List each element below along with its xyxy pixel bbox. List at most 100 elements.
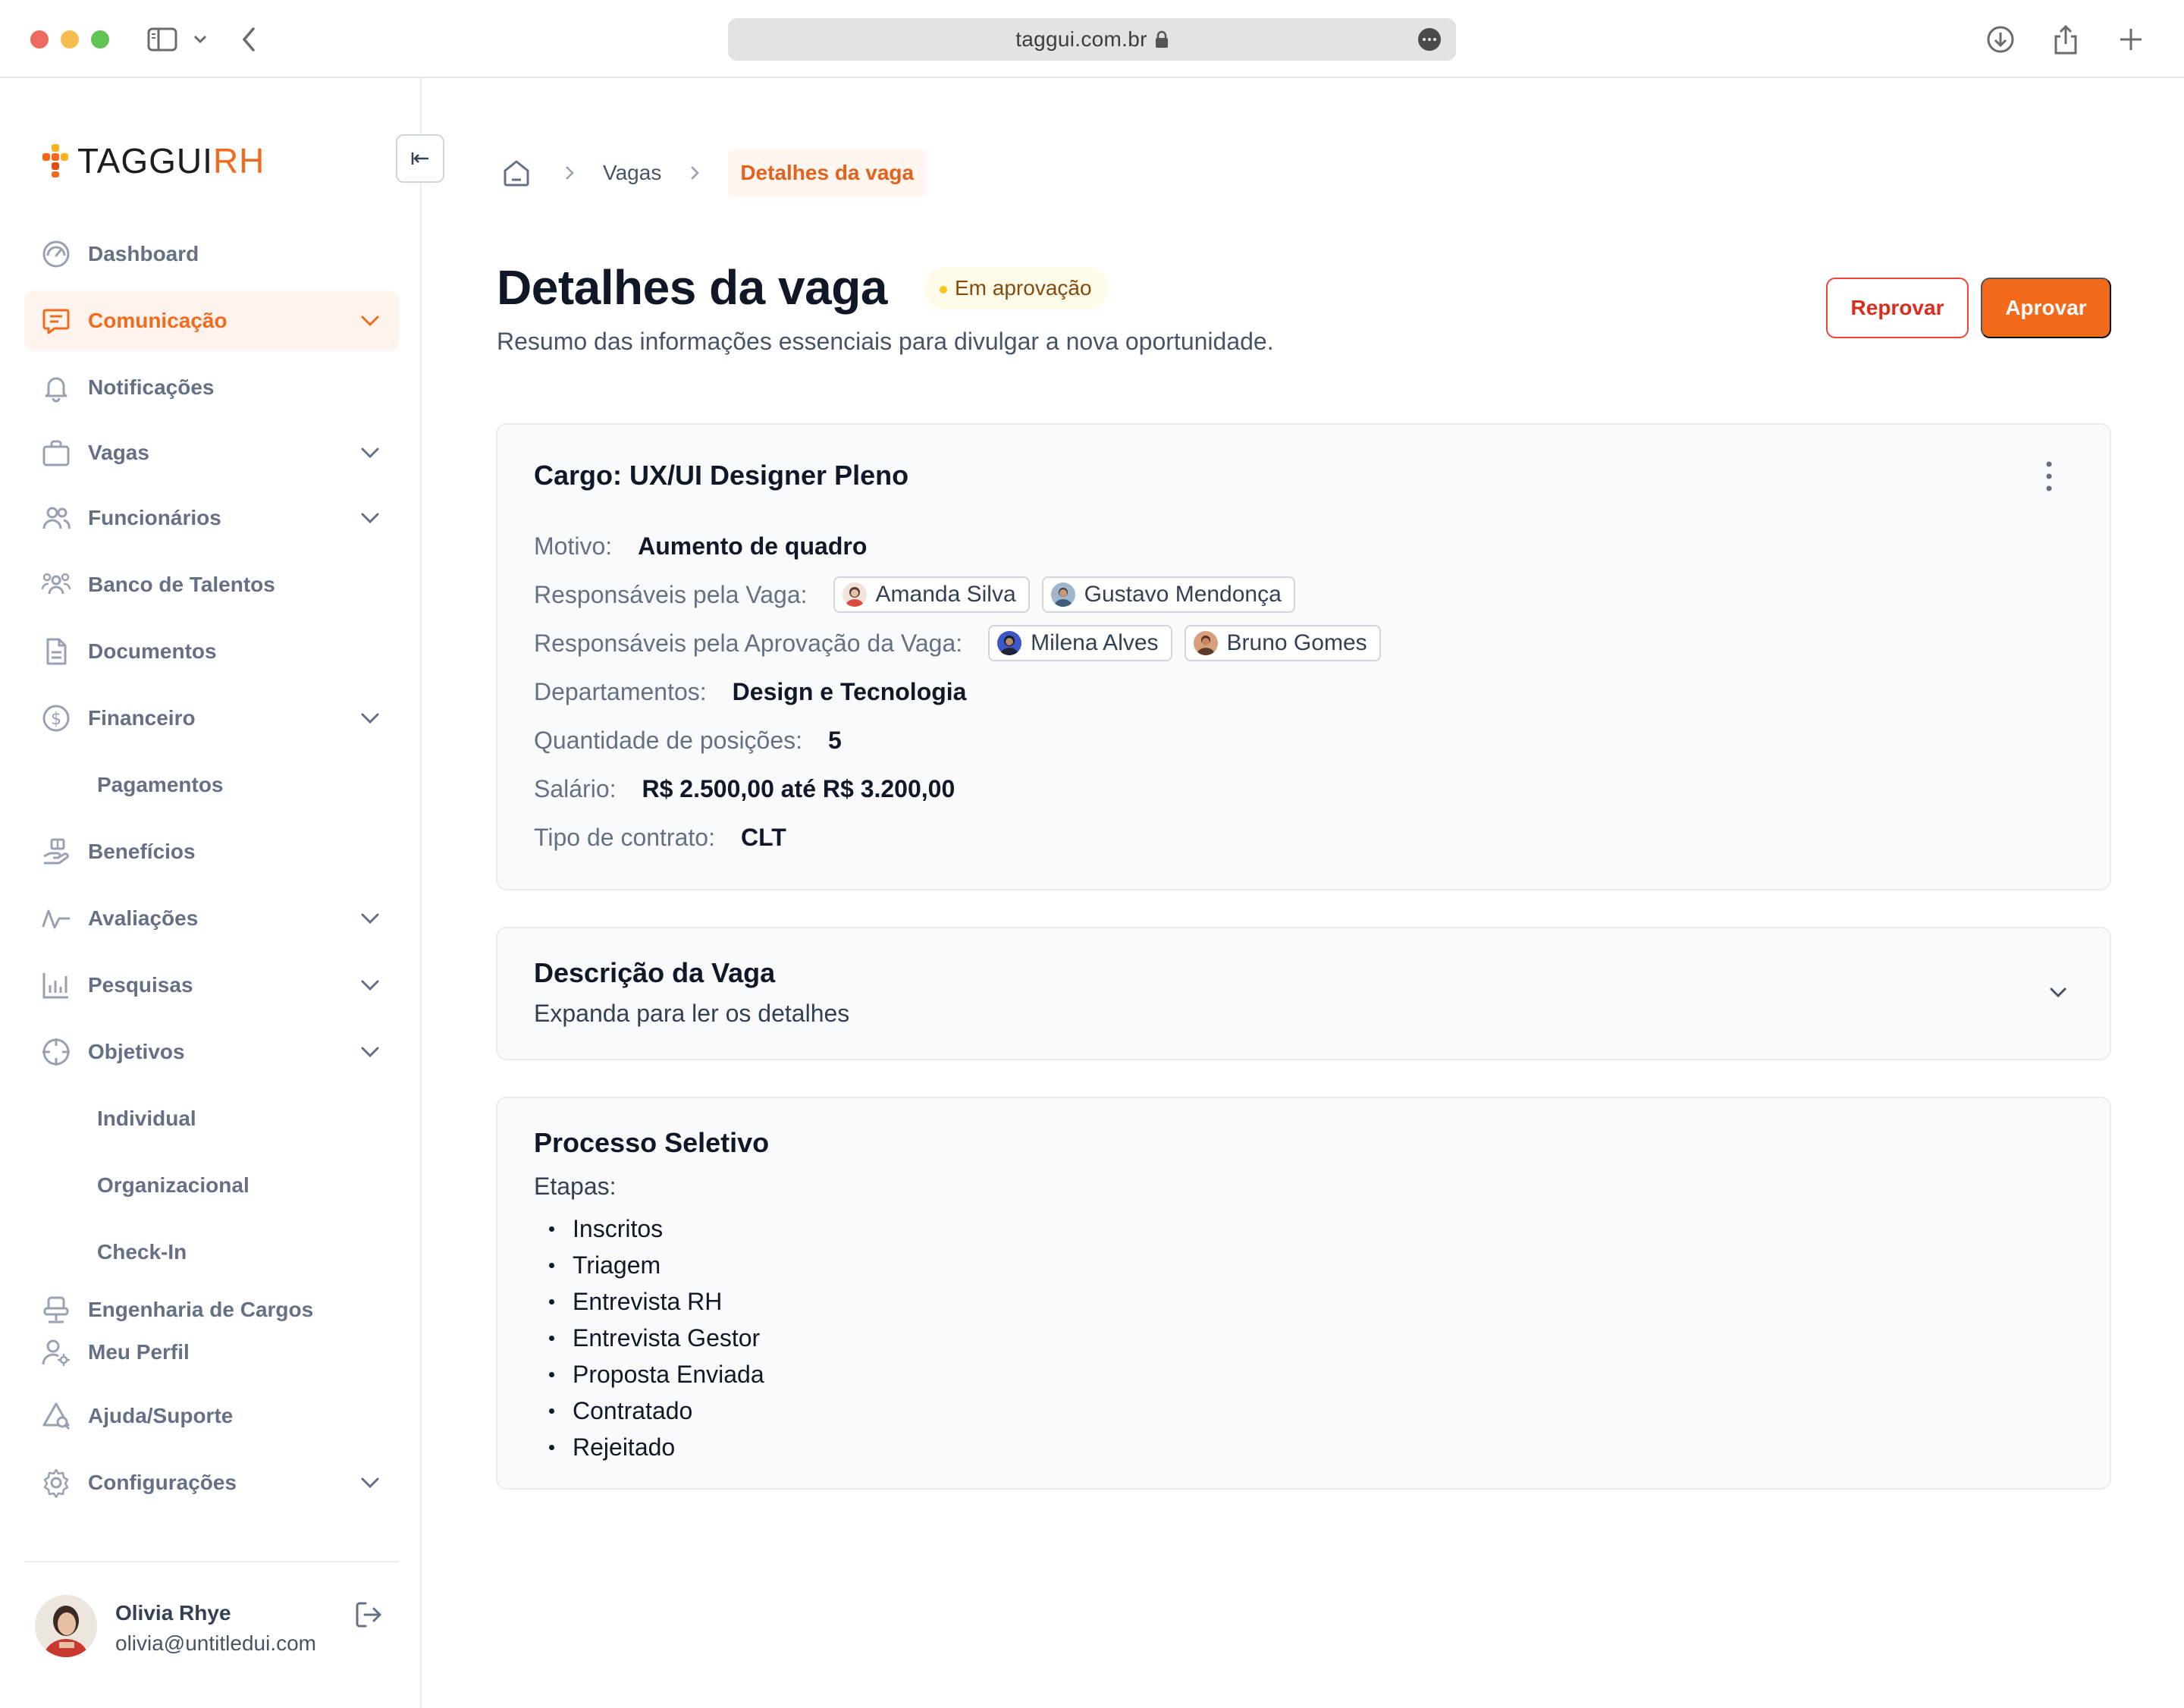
target-icon (41, 1037, 71, 1067)
sidebar-item-avaliacoes[interactable]: Avaliações (24, 888, 399, 949)
logo-text: TAGGUIRH (77, 140, 265, 181)
sidebar-item-label: Benefícios (88, 840, 196, 863)
reject-button[interactable]: Reprovar (1826, 278, 1969, 338)
user-email: olivia@untitledui.com (115, 1631, 316, 1655)
person-chip[interactable]: Milena Alves (988, 625, 1172, 661)
chevron-down-icon (359, 976, 381, 994)
chevron-down-icon (359, 909, 381, 928)
sidebar-item-vagas[interactable]: Vagas (24, 422, 399, 483)
logo-text-primary: TAGGUI (77, 141, 213, 181)
sidebar-item-check-in[interactable]: Check-In (24, 1222, 399, 1283)
person-name: Milena Alves (1031, 630, 1159, 655)
sidebar-item-financeiro[interactable]: $ Financeiro (24, 688, 399, 749)
sidebar-item-notificacoes[interactable]: Notificações (24, 357, 399, 418)
description-hint: Expanda para ler os detalhes (534, 1000, 850, 1027)
chair-icon (41, 1295, 71, 1325)
list-item: Contratado (534, 1392, 764, 1429)
sidebar-item-label: Funcionários (88, 506, 221, 529)
avatar (997, 631, 1022, 655)
briefcase-icon (41, 438, 71, 468)
more-vertical-icon[interactable] (2034, 458, 2064, 495)
sidebar-item-meu-perfil[interactable]: Meu Perfil (24, 1331, 399, 1374)
job-title: Cargo: UX/UI Designer Pleno (534, 460, 909, 491)
sidebar-item-engenharia-de-cargos[interactable]: Engenharia de Cargos (24, 1289, 399, 1331)
person-name: Gustavo Mendonça (1084, 582, 1282, 607)
quantidade-label: Quantidade de posições: (534, 726, 803, 754)
sidebar-item-label: Dashboard (88, 242, 199, 265)
bar-chart-icon (41, 970, 71, 1000)
sidebar-item-configuracoes[interactable]: Configurações (24, 1452, 399, 1513)
sidebar-item-ajuda-suporte[interactable]: Ajuda/Suporte (24, 1386, 399, 1446)
chevron-down-icon (359, 1474, 381, 1492)
selection-process-card: Processo Seletivo Etapas: Inscritos Tria… (496, 1097, 2111, 1490)
avatar (842, 582, 867, 607)
chevron-down-icon[interactable] (188, 23, 212, 56)
sidebar-item-comunicacao[interactable]: Comunicação (24, 290, 399, 351)
quantidade-value: 5 (828, 726, 842, 754)
sidebar-item-organizacional[interactable]: Organizacional (24, 1155, 399, 1216)
user-name: Olivia Rhye (115, 1601, 231, 1625)
chevron-down-icon (359, 709, 381, 727)
logout-icon[interactable] (353, 1600, 387, 1633)
sidebar-item-funcionarios[interactable]: Funcionários (24, 488, 399, 548)
logo[interactable]: TAGGUIRH (41, 140, 265, 181)
person-chip[interactable]: Bruno Gomes (1184, 625, 1381, 661)
row-responsaveis: Responsáveis pela Vaga: Amanda Silva Gus… (534, 576, 1307, 613)
steps-list: Inscritos Triagem Entrevista RH Entrevis… (534, 1210, 764, 1465)
dollar-icon: $ (41, 703, 71, 733)
description-title: Descrição da Vaga (534, 957, 776, 988)
sidebar-item-objetivos[interactable]: Objetivos (24, 1022, 399, 1082)
sidebar-item-label: Financeiro (88, 706, 196, 730)
sidebar-item-label: Individual (97, 1107, 196, 1130)
activity-icon (41, 903, 71, 934)
window-minimize-button[interactable] (61, 30, 79, 49)
home-icon[interactable] (497, 153, 536, 193)
steps-label: Etapas: (534, 1173, 617, 1200)
chevron-down-icon[interactable] (2046, 980, 2070, 1004)
logo-text-accent: RH (212, 141, 265, 181)
help-search-icon (41, 1401, 71, 1431)
description-card[interactable]: Descrição da Vaga Expanda para ler os de… (496, 927, 2111, 1060)
sidebar-item-pagamentos[interactable]: Pagamentos (24, 755, 399, 815)
sidebar-item-documentos[interactable]: Documentos (24, 621, 399, 682)
new-tab-icon[interactable] (2114, 23, 2148, 56)
responsaveis-label: Responsáveis pela Vaga: (534, 580, 808, 608)
sidebar-item-individual[interactable]: Individual (24, 1088, 399, 1149)
page-subtitle: Resumo das informações essenciais para d… (497, 328, 1274, 355)
process-title: Processo Seletivo (534, 1127, 770, 1158)
salario-value: R$ 2.500,00 até R$ 3.200,00 (642, 774, 956, 802)
address-bar[interactable]: taggui.com.br (728, 18, 1456, 61)
share-icon[interactable] (2049, 23, 2082, 56)
sidebar-item-pesquisas[interactable]: Pesquisas (24, 955, 399, 1016)
sidebar-item-label: Engenharia de Cargos (88, 1298, 314, 1321)
sidebar-toggle-icon[interactable] (146, 23, 179, 56)
person-chip[interactable]: Amanda Silva (833, 576, 1030, 613)
avatar[interactable] (35, 1595, 97, 1657)
sidebar-item-label: Check-In (97, 1240, 187, 1264)
row-departamentos: Departamentos: Design e Tecnologia (534, 673, 966, 710)
settings-icon (41, 1468, 71, 1498)
more-icon[interactable] (1418, 28, 1441, 51)
list-item: Triagem (534, 1247, 764, 1283)
contrato-value: CLT (740, 823, 786, 851)
breadcrumb-link-vagas[interactable]: Vagas (603, 161, 661, 185)
sidebar-item-label: Vagas (88, 441, 149, 464)
download-icon[interactable] (1984, 23, 2017, 56)
sidebar-item-label: Pagamentos (97, 773, 224, 796)
window-close-button[interactable] (30, 30, 49, 49)
status-badge-label: Em aprovação (955, 276, 1092, 300)
sidebar-item-beneficios[interactable]: Benefícios (24, 821, 399, 882)
departamentos-value: Design e Tecnologia (732, 677, 967, 705)
url-text: taggui.com.br (1015, 27, 1147, 51)
collapse-sidebar-button[interactable] (396, 134, 444, 183)
sidebar: TAGGUIRH Dashboard Comunicação Notificaç… (0, 78, 444, 1708)
lock-icon (1155, 30, 1169, 49)
back-icon[interactable] (232, 23, 265, 56)
person-chip[interactable]: Gustavo Mendonça (1041, 576, 1295, 613)
sidebar-item-dashboard[interactable]: Dashboard (24, 224, 399, 284)
salario-label: Salário: (534, 774, 617, 802)
approve-button[interactable]: Aprovar (1981, 278, 2111, 338)
sidebar-item-banco-de-talentos[interactable]: Banco de Talentos (24, 554, 399, 615)
window-zoom-button[interactable] (91, 30, 109, 49)
user-gear-icon (41, 1337, 71, 1367)
